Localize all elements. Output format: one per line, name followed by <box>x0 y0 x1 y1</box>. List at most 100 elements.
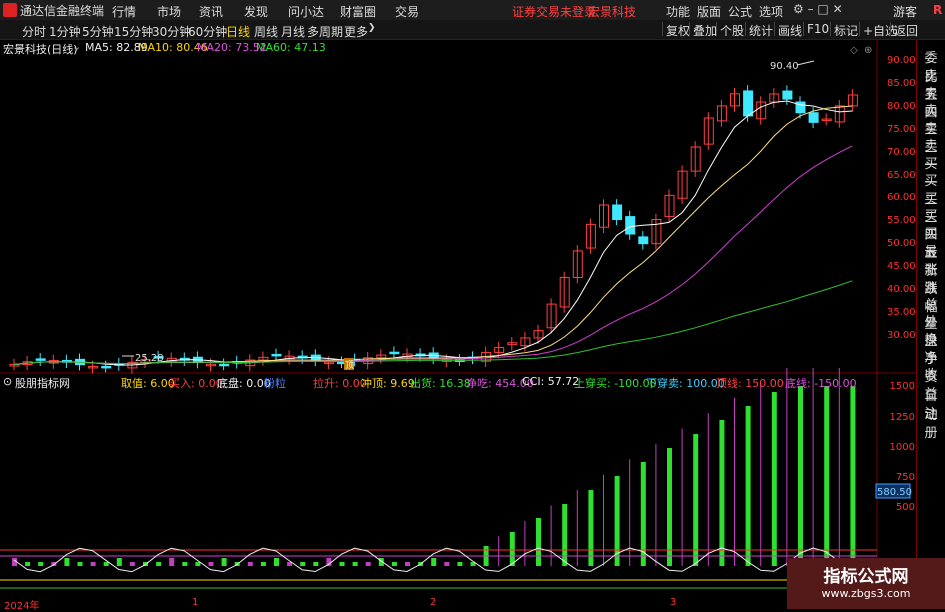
x-label-feb: 2 <box>430 597 437 608</box>
x-label-jan: 1 <box>192 597 199 608</box>
watermark: 指标公式网 www.zbgs3.com <box>787 558 945 609</box>
ind-bar <box>509 532 515 566</box>
tf-monthly[interactable]: 月线 <box>281 23 305 40</box>
ind-bar <box>719 420 725 566</box>
x-label-mar: 3 <box>670 597 677 608</box>
r-icon[interactable]: R <box>933 3 942 17</box>
ind-y-1500: 1500 <box>889 381 915 392</box>
tf-60min[interactable]: 60分钟 <box>188 23 227 40</box>
ma20-line <box>13 145 853 365</box>
menu-layout[interactable]: 版面 <box>697 3 721 20</box>
y-tick-50: 50.00 <box>887 238 916 249</box>
y-tick-70: 70.00 <box>887 147 916 158</box>
menu-market[interactable]: 行情 <box>112 3 136 20</box>
y-tick-40: 40.00 <box>887 284 916 295</box>
ind-current-value: 580.50 <box>877 487 912 498</box>
pin-icon[interactable]: ◇ <box>850 45 858 56</box>
tf-daily[interactable]: 日线 <box>226 23 250 40</box>
ind-y-1000: 1000 <box>889 442 915 453</box>
top-marker-text: 顶 <box>345 360 354 371</box>
ind-bar <box>182 562 188 566</box>
tf-more[interactable]: 更多 <box>344 23 368 40</box>
ind-bar <box>536 518 541 566</box>
app-logo-icon <box>3 3 17 17</box>
btn-stats[interactable]: 统计 <box>745 22 776 38</box>
menu-wealth[interactable]: 财富圈 <box>340 3 376 20</box>
settings-icon[interactable]: ⚙ <box>793 2 804 16</box>
ma5-line <box>13 100 853 366</box>
tf-1min[interactable]: 1分钟 <box>49 23 81 40</box>
user-label[interactable]: 游客 <box>893 3 917 20</box>
ind-bar <box>103 562 109 566</box>
candle-body <box>35 358 46 361</box>
candle-body <box>219 363 230 367</box>
sb-register[interactable]: 注册 <box>919 403 943 441</box>
ind-y-750: 750 <box>895 472 915 483</box>
btn-back[interactable]: 返回 <box>890 22 921 38</box>
tf-more-chevron-icon[interactable]: ❯ <box>368 23 376 33</box>
tf-15min[interactable]: 15分钟 <box>114 23 153 40</box>
ind-bar <box>38 562 44 566</box>
y-tick-75: 75.00 <box>887 124 916 135</box>
ind-bar <box>352 562 358 566</box>
tf-30min[interactable]: 30分钟 <box>152 23 191 40</box>
high-label: 90.40 <box>770 61 799 72</box>
ind-bar <box>850 386 856 566</box>
ind-value: 取值: 6.00 <box>121 377 175 390</box>
ind-bar <box>156 562 162 566</box>
ind-top-rush: 冲顶: 9.69 <box>361 377 415 390</box>
ind-bar <box>562 504 568 566</box>
candle-body <box>101 365 112 369</box>
candlestick-series <box>9 85 858 374</box>
btn-stock[interactable]: 个股 <box>716 22 747 38</box>
ind-bottom: 底盘: 0.00 <box>217 377 271 390</box>
menu-bar: 通达信金融终端 行情 市场 资讯 发现 问小达 财富圈 交易 证券交易未登录 宏… <box>0 0 945 21</box>
minimize-icon[interactable]: – <box>808 2 814 16</box>
ind-bar <box>339 562 345 566</box>
login-notice[interactable]: 证券交易未登录 <box>512 3 596 20</box>
ind-bar <box>431 558 437 566</box>
menu-formula[interactable]: 公式 <box>728 3 752 20</box>
ind-bar <box>64 558 70 566</box>
candle-body <box>389 351 400 355</box>
candle-body <box>638 236 649 245</box>
ind-bar <box>798 386 803 566</box>
y-tick-85: 85.00 <box>887 78 916 89</box>
ind-bar <box>391 562 397 566</box>
tf-intraday[interactable]: 分时 <box>22 23 46 40</box>
y-tick-30: 30.00 <box>887 330 916 341</box>
menu-function[interactable]: 功能 <box>666 3 690 20</box>
stock-name: 宏景科技 <box>588 5 637 19</box>
ind-y-500: 500 <box>895 502 915 513</box>
ind-bar <box>444 562 450 566</box>
ind-bar <box>457 562 463 566</box>
ind-bar <box>313 562 319 566</box>
menu-news[interactable]: 资讯 <box>199 3 223 20</box>
menu-trade[interactable]: 交易 <box>395 3 419 20</box>
ind-bar <box>405 562 410 566</box>
ma10-line <box>13 105 853 365</box>
tf-multi[interactable]: 多周期 <box>307 23 343 40</box>
tf-5min[interactable]: 5分钟 <box>82 23 114 40</box>
candle-body <box>808 112 819 123</box>
zoom-icon[interactable]: ⊕ <box>864 45 872 56</box>
ind-bar <box>25 562 31 566</box>
candle-body <box>782 90 793 100</box>
btn-f10[interactable]: F10 <box>803 22 832 36</box>
menu-options[interactable]: 选项 <box>759 3 783 20</box>
ind-top-line: 顶线: 150.00 <box>716 377 784 390</box>
chart-area: 90.40 25.28 顶 ◇ ⊕ 580.50 <box>0 40 916 609</box>
ind-buy: 买入: 0.00 <box>169 377 223 390</box>
ind-bar <box>208 562 214 566</box>
timeframe-bar: 分时 1分钟 5分钟 15分钟 30分钟 60分钟 日线 周线 月线 多周期 更… <box>0 20 945 40</box>
tf-weekly[interactable]: 周线 <box>254 23 278 40</box>
y-tick-45: 45.00 <box>887 261 916 272</box>
btn-mark[interactable]: 标记 <box>830 22 861 38</box>
menu-ask[interactable]: 问小达 <box>288 3 324 20</box>
menu-shichang[interactable]: 市场 <box>157 3 181 20</box>
menu-discover[interactable]: 发现 <box>244 3 268 20</box>
maximize-icon[interactable]: □ <box>817 2 828 16</box>
btn-draw[interactable]: 画线 <box>774 22 805 38</box>
close-icon[interactable]: ✕ <box>833 2 843 16</box>
indicator-collapse-icon[interactable]: ⊙ <box>3 375 12 388</box>
